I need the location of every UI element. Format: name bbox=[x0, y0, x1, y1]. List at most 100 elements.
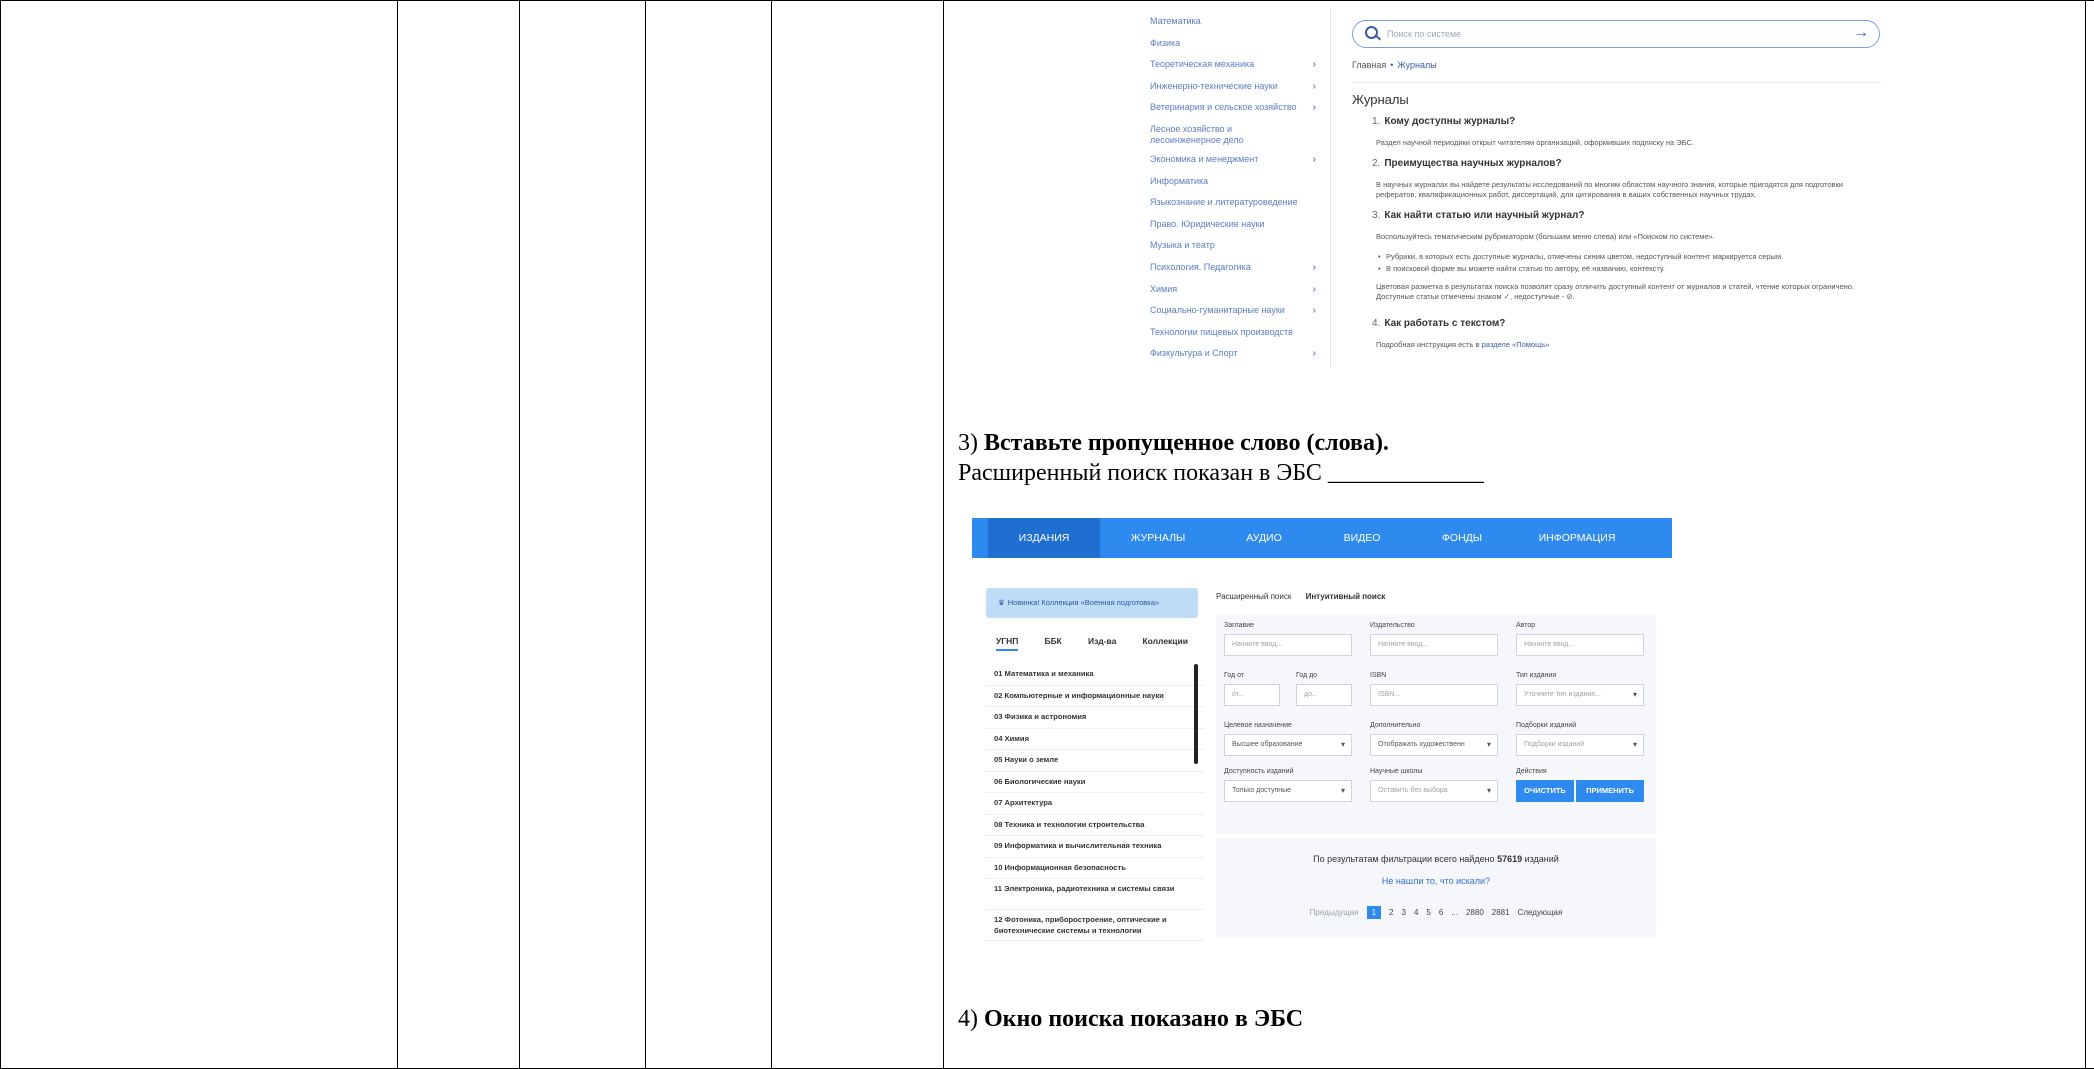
category-item[interactable]: Физкультура и Спорт› bbox=[1150, 348, 1318, 368]
search-placeholder: Поиск по системе bbox=[1387, 29, 1461, 39]
tab-intuitive-search[interactable]: Интуитивный поиск bbox=[1306, 592, 1386, 601]
field-label: Доступность изданий bbox=[1224, 768, 1293, 775]
list-item[interactable]: 03 Физика и астрономия bbox=[986, 707, 1204, 729]
list-item[interactable]: 09 Информатика и вычислительная техника bbox=[986, 836, 1204, 858]
nav-item[interactable]: АУДИО bbox=[1216, 518, 1312, 558]
search-mode-tabs: Расширенный поиск Интуитивный поиск bbox=[1216, 592, 1397, 601]
publisher-field[interactable]: Начните ввод... bbox=[1370, 634, 1498, 656]
list-item[interactable]: 01 Математика и механика bbox=[986, 664, 1204, 686]
list-item[interactable]: 05 Науки о земле bbox=[986, 750, 1204, 772]
list-item[interactable]: 12 Фотоника, приборостроение, оптические… bbox=[986, 910, 1204, 941]
title-field[interactable]: Начните ввод... bbox=[1224, 634, 1352, 656]
list-item[interactable]: 06 Биологические науки bbox=[986, 772, 1204, 794]
page-number[interactable]: 5 bbox=[1426, 908, 1430, 917]
nav-item[interactable]: ИНФОРМАЦИЯ bbox=[1512, 518, 1642, 558]
not-found-link[interactable]: Не нашли то, что искали? bbox=[1216, 876, 1656, 886]
nav-item[interactable]: ИЗДАНИЯ bbox=[988, 518, 1100, 558]
divider bbox=[1352, 82, 1882, 83]
breadcrumb: Главная•Журналы bbox=[1352, 60, 1437, 70]
search-input[interactable]: Поиск по системе → bbox=[1352, 20, 1880, 48]
purpose-select[interactable]: Высшее образование bbox=[1224, 734, 1352, 756]
arrow-right-icon[interactable]: → bbox=[1853, 24, 1869, 42]
category-item[interactable]: Право. Юридические науки bbox=[1150, 219, 1318, 241]
help-link[interactable]: разделе «Помощь» bbox=[1482, 340, 1550, 349]
list-item[interactable]: 08 Техника и технологии строительства bbox=[986, 815, 1204, 837]
tab-bbk[interactable]: ББК bbox=[1044, 636, 1061, 651]
category-item[interactable]: Теоретическая механика› bbox=[1150, 59, 1318, 81]
faq-answer-3b: Цветовая разметка в результатах поиска п… bbox=[1376, 282, 1881, 302]
nav-item[interactable]: ФОНДЫ bbox=[1412, 518, 1512, 558]
category-item[interactable]: Лесное хозяйство и лесоинженерное дело bbox=[1150, 124, 1318, 154]
breadcrumb-home[interactable]: Главная bbox=[1352, 60, 1386, 70]
results-panel: По результатам фильтрации всего найдено … bbox=[1216, 838, 1656, 938]
category-item[interactable]: Музыка и театр bbox=[1150, 240, 1318, 262]
list-item[interactable]: 11 Электроника, радиотехника и системы с… bbox=[986, 879, 1204, 910]
page-number[interactable]: ... bbox=[1451, 908, 1458, 917]
category-label: Ветеринария и сельское хозяйство bbox=[1150, 102, 1297, 113]
category-item[interactable]: Инженерно-технические науки› bbox=[1150, 81, 1318, 103]
chevron-right-icon: › bbox=[1313, 305, 1316, 316]
category-label: Информатика bbox=[1150, 176, 1208, 187]
extra-select[interactable]: Отображать художественн bbox=[1370, 734, 1498, 756]
category-item[interactable]: Ветеринария и сельское хозяйство› bbox=[1150, 102, 1318, 124]
field-label: Заглавие bbox=[1224, 622, 1254, 629]
page-number[interactable]: 1 bbox=[1367, 906, 1381, 919]
category-label: Социально-гуманитарные науки bbox=[1150, 305, 1285, 316]
category-item[interactable]: Математика bbox=[1150, 16, 1318, 38]
collections-select[interactable]: Подборки изданий bbox=[1516, 734, 1644, 756]
author-field[interactable]: Начните ввод... bbox=[1516, 634, 1644, 656]
chevron-right-icon: › bbox=[1313, 81, 1316, 92]
list-item[interactable]: 04 Химия bbox=[986, 729, 1204, 751]
field-label: Действия bbox=[1516, 768, 1547, 775]
faq-question-2: 2.Преимущества научных журналов? bbox=[1372, 158, 1562, 169]
schools-select[interactable]: Оставить без выбора bbox=[1370, 780, 1498, 802]
clear-button[interactable]: ОЧИСТИТЬ bbox=[1516, 780, 1574, 802]
tab-advanced-search[interactable]: Расширенный поиск bbox=[1216, 592, 1291, 601]
category-item[interactable]: Социально-гуманитарные науки › bbox=[1150, 305, 1318, 327]
category-item[interactable]: Информатика bbox=[1150, 176, 1318, 198]
field-label: Дополнительно bbox=[1370, 722, 1420, 729]
page-number[interactable]: 2881 bbox=[1492, 908, 1510, 917]
category-item[interactable]: Языкознание и литературоведение bbox=[1150, 197, 1318, 219]
notice-banner[interactable]: ♛Новинка! Коллекция «Военная подготовка» bbox=[986, 588, 1198, 618]
subject-list: 01 Математика и механика02 Компьютерные … bbox=[986, 664, 1204, 941]
page-number[interactable]: 3 bbox=[1402, 908, 1406, 917]
tab-ugnp[interactable]: УГНП bbox=[996, 636, 1018, 651]
field-label: Год от bbox=[1224, 672, 1244, 679]
category-item[interactable]: Экономика и менеджмент› bbox=[1150, 154, 1318, 176]
next-page-button[interactable]: Следующая bbox=[1518, 908, 1563, 917]
tab-collections[interactable]: Коллекции bbox=[1142, 636, 1188, 651]
year-to-field[interactable]: до... bbox=[1296, 684, 1352, 706]
availability-select[interactable]: Только доступные bbox=[1224, 780, 1352, 802]
category-item[interactable]: Психология. Педагогика› bbox=[1150, 262, 1318, 284]
chevron-right-icon: › bbox=[1313, 262, 1316, 273]
pagination: Предыдущая 123456... 2880 2881 Следующая bbox=[1216, 906, 1656, 919]
year-from-field[interactable]: от... bbox=[1224, 684, 1280, 706]
page-number[interactable]: 2 bbox=[1389, 908, 1393, 917]
field-label: Тип издания bbox=[1516, 672, 1556, 679]
breadcrumb-current[interactable]: Журналы bbox=[1397, 60, 1436, 70]
page-number[interactable]: 2880 bbox=[1466, 908, 1484, 917]
type-select[interactable]: Уточните тип издания... bbox=[1516, 684, 1644, 706]
question-4-title: 4) Окно поиска показано в ЭБС bbox=[958, 1006, 1303, 1033]
tab-publishers[interactable]: Изд-ва bbox=[1088, 636, 1116, 651]
list-item[interactable]: 07 Архитектура bbox=[986, 793, 1204, 815]
isbn-field[interactable]: ISBN... bbox=[1370, 684, 1498, 706]
scrollbar[interactable] bbox=[1194, 664, 1198, 764]
category-item[interactable]: Физика bbox=[1150, 38, 1318, 60]
nav-item[interactable]: ВИДЕО bbox=[1312, 518, 1412, 558]
apply-button[interactable]: ПРИМЕНИТЬ bbox=[1576, 780, 1644, 802]
page-number[interactable]: 6 bbox=[1439, 908, 1443, 917]
category-item[interactable]: Химия › bbox=[1150, 284, 1318, 306]
category-label: Химия bbox=[1150, 284, 1177, 295]
nav-item[interactable]: ЖУРНАЛЫ bbox=[1100, 518, 1216, 558]
chevron-right-icon: › bbox=[1313, 284, 1316, 295]
list-item[interactable]: 02 Компьютерные и информационные науки bbox=[986, 686, 1204, 708]
category-item[interactable]: Технологии пищевых производств bbox=[1150, 327, 1318, 349]
prev-page-button[interactable]: Предыдущая bbox=[1310, 908, 1359, 917]
field-label: Целевое назначение bbox=[1224, 722, 1292, 729]
list-item[interactable]: 10 Информационная безопасность bbox=[986, 858, 1204, 880]
field-label: Издательство bbox=[1370, 622, 1415, 629]
page-number[interactable]: 4 bbox=[1414, 908, 1418, 917]
table-cell-5 bbox=[772, 1, 944, 1069]
